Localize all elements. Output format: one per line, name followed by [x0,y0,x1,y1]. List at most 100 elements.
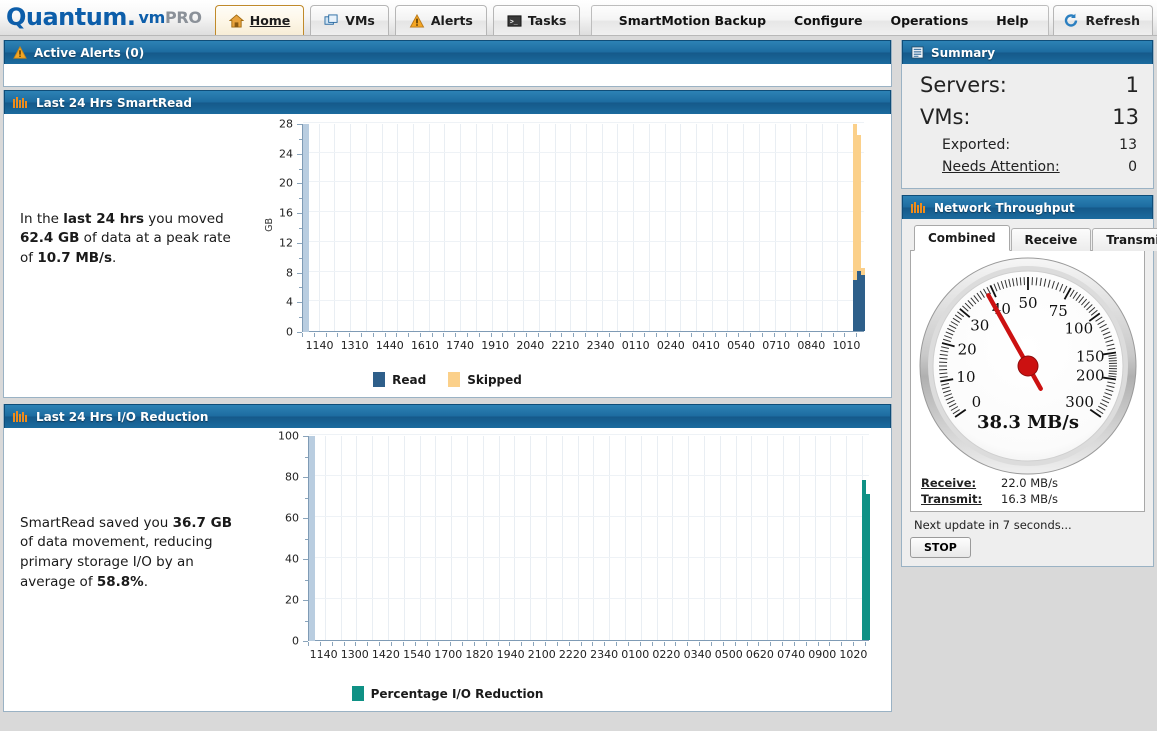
summary-label-vms: VMs: [920,105,971,129]
active-alerts-title: Active Alerts (0) [34,45,145,60]
x-axis-tick [379,642,381,646]
smartread-legend: Read Skipped [4,364,891,397]
network-stat-receive: Receive: 22.0 MB/s [917,475,1138,491]
x-axis-tick [841,642,843,646]
x-axis-tick [829,642,831,646]
x-axis-tick [419,333,421,337]
x-axis-tick [675,642,677,646]
x-axis-tick-label: 1310 [340,339,369,352]
menu-item-smartmotion-backup[interactable]: SmartMotion Backup [605,7,780,35]
menu-item-operations[interactable]: Operations [876,7,982,35]
gauge-tick-label: 75 [1048,302,1067,320]
x-axis-tick [817,642,819,646]
gridline-vertical [625,436,627,640]
x-axis-tick [331,642,333,646]
refresh-label: Refresh [1085,13,1140,28]
y-axis-tick [297,124,302,125]
tab-transmit[interactable]: Transmit [1092,228,1157,251]
io-reduction-title: Last 24 Hrs I/O Reduction [36,409,209,424]
summary-body: Servers: 1 VMs: 13 Exported: 13 Needs At… [902,64,1153,188]
tab-tasks[interactable]: >_ Tasks [492,5,581,35]
gridline-horizontal [303,151,864,153]
x-axis-tick [467,333,469,337]
y-axis-minor-tick [305,620,308,622]
tab-receive[interactable]: Receive [1010,228,1092,251]
tab-combined[interactable]: Combined [914,225,1010,251]
x-axis-tick [856,333,858,337]
summary-link-needs-attention[interactable]: Needs Attention: [942,159,1060,175]
y-axis-minor-tick [299,138,302,140]
gridline-horizontal [303,270,864,272]
network-stat-transmit: Transmit: 16.3 MB/s [917,491,1138,507]
io-reduction-chart: 0 20 40 60 80 100 1140 1300 1420 1540 1700 1820 1940… [262,428,891,678]
gridline-vertical [846,436,848,640]
gridline-vertical [324,436,326,640]
gridline-vertical [372,436,374,640]
tab-alerts[interactable]: Alerts [394,5,487,35]
menu-item-help[interactable]: Help [982,7,1042,35]
y-axis-tick-label: 0 [286,325,293,339]
summary-value-vms: 13 [1112,105,1139,129]
y-axis-tick-label: 60 [285,511,299,525]
gridline-vertical [656,436,658,640]
x-axis-tick [687,642,689,646]
y-axis-tick [303,518,308,519]
legend-item-read: Read [373,372,426,387]
gridline-vertical [356,436,358,640]
network-throughput-panel: Network Throughput Combined Receive Tran… [901,195,1157,567]
gauge-tick [938,372,947,375]
gridline-horizontal [303,211,864,213]
network-throughput-header: Network Throughput [902,195,1153,219]
tab-home-label: Home [249,13,291,28]
y-axis-tick [297,153,302,155]
y-axis-tick-label: 0 [292,634,299,648]
x-axis-tick [734,642,736,646]
gauge-svg: 010203040 50 7510015020030038.3 MB/s [919,257,1136,475]
summary-row-needs-attention[interactable]: Needs Attention: 0 [912,156,1143,178]
smartread-chart-card: In the last 24 hrs you moved 62.4 GB of … [4,114,891,364]
x-axis-tick-label: 0840 [797,339,826,352]
summary-value-needs-attention: 0 [1128,159,1137,175]
y-axis-minor-tick [299,198,302,200]
x-axis-tick [337,333,339,337]
x-axis-tick [580,642,582,646]
active-alerts-panel: Active Alerts (0) [3,40,892,87]
menu-bar: SmartMotion Backup Configure Operations … [591,5,1050,35]
home-icon [228,13,245,28]
x-axis-tick [509,642,511,646]
x-axis-tick [596,333,598,337]
y-axis-tick-label: 20 [285,593,299,607]
x-axis-tick [667,333,669,337]
chart-icon [13,96,29,109]
x-axis-tick [396,333,398,337]
refresh-button[interactable]: Refresh [1053,5,1153,35]
refresh-icon [1063,13,1079,28]
gridline-vertical [340,436,342,640]
x-axis-tick-label: 1300 [340,648,369,661]
x-axis-tick-label: 0240 [656,339,685,352]
x-axis-tick [372,333,374,337]
x-axis-tick-label: 2210 [551,339,580,352]
y-axis-minor-tick [299,317,302,319]
summary-panel: Summary Servers: 1 VMs: 13 Exported: 13 … [901,40,1154,189]
menu-item-configure[interactable]: Configure [780,7,876,35]
gridline-vertical [514,436,516,640]
gauge-hub [1017,355,1038,377]
gauge-tick-label: 300 [1065,393,1094,411]
summary-row-exported: Exported: 13 [912,134,1143,156]
gridline-vertical [640,436,642,640]
x-axis-tick-label: 0540 [727,339,756,352]
gridline-vertical [735,436,737,640]
gridline-vertical [546,436,548,640]
stop-button[interactable]: STOP [910,537,971,558]
x-axis-tick [497,642,499,646]
tab-vms[interactable]: VMs [310,5,389,35]
y-axis-minor-tick [305,456,308,458]
legend-item-percentage-io-reduction: Percentage I/O Reduction [351,686,543,701]
y-axis-tick-label: 28 [279,117,293,131]
network-gauge-card: 0 10 20 30 40 50 75 100 150 200 300 38.3 MB/s Recei… [910,250,1145,512]
tab-home[interactable]: Home [214,5,305,35]
gridline-vertical [814,436,816,640]
x-axis-tick [785,333,787,337]
x-axis-tick [738,333,740,337]
